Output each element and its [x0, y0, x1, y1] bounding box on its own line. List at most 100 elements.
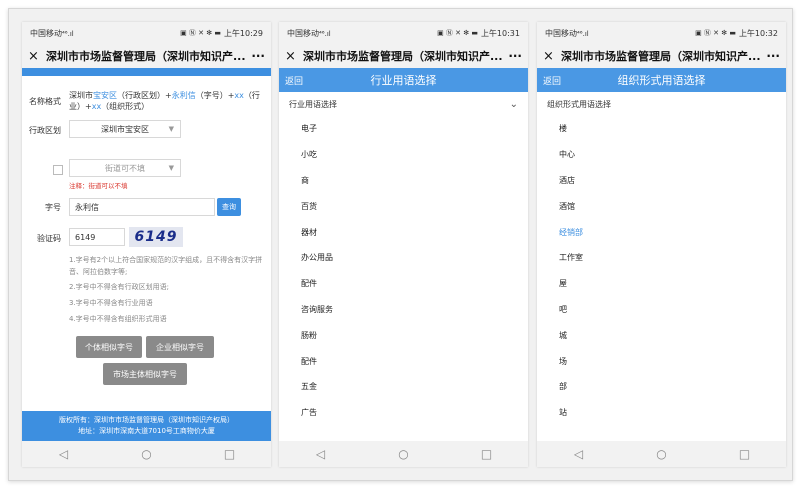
list-item[interactable]: 广告	[279, 400, 528, 426]
phone-industry-select: 中国移动⁴⁶.ıl ▣ Ⓝ ✕ ✻ ▬ 上午10:31 × 深圳市市场监督管理局（…	[279, 22, 528, 467]
app-title: 深圳市市场监督管理局（深圳市知识产...	[561, 50, 761, 63]
page-title: 行业用语选择	[370, 74, 437, 87]
org-form-list: 楼中心 酒店 酒馆 经销部 工作室屋吧城场部站	[537, 116, 786, 426]
list-item[interactable]: 配件	[279, 271, 528, 297]
list-item[interactable]: 工作室	[537, 245, 786, 271]
system-navbar: ◁ ○ □	[537, 441, 786, 467]
phone-org-form-select: 中国移动⁴⁶.ıl ▣ Ⓝ ✕ ✻ ▬ 上午10:32 × 深圳市市场监督管理局（…	[537, 22, 786, 467]
more-icon[interactable]: ···	[764, 49, 780, 63]
list-item[interactable]: 站	[537, 400, 786, 426]
back-triangle-icon[interactable]: ◁	[301, 447, 341, 461]
status-icons: ▣ Ⓝ ✕ ✻ ▬	[695, 29, 736, 37]
signal-icon: ⁴⁶.ıl	[577, 29, 589, 38]
rule-3: 3.字号中不得含有行业用语	[69, 299, 153, 307]
system-navbar: ◁ ○ □	[279, 441, 528, 467]
app-title: 深圳市市场监督管理局（深圳市知识产...	[46, 50, 246, 63]
list-item[interactable]: 城	[537, 322, 786, 348]
list-item[interactable]: 肠粉	[279, 322, 528, 348]
list-header[interactable]: 行业用语选择 ⌄	[279, 92, 528, 116]
page-title: 组织形式用语选择	[617, 74, 706, 87]
name-format-text: 深圳市宝安区（行政区划）+永利信（字号）+xx（行 业）+xx（组织形式）	[69, 91, 260, 111]
list-item[interactable]: 吧	[537, 297, 786, 323]
enterprise-similar-button[interactable]: 企业相似字号	[146, 336, 214, 358]
list-item[interactable]: 百货	[279, 193, 528, 219]
list-header: 组织形式用语选择	[537, 92, 786, 116]
individual-similar-button[interactable]: 个体相似字号	[76, 336, 142, 358]
chevron-down-icon: ▼	[168, 164, 174, 172]
carrier-label: 中国移动	[30, 28, 62, 38]
close-icon[interactable]: ×	[28, 49, 46, 64]
app-titlebar: × 深圳市市场监督管理局（深圳市知识产... ···	[537, 44, 786, 68]
street-note: 注释：街道可以不填	[69, 182, 128, 190]
signal-icon: ⁴⁶.ıl	[62, 29, 74, 38]
district-select[interactable]: 深圳市宝安区 ▼	[69, 120, 181, 138]
list-header-label: 组织形式用语选择	[547, 99, 611, 109]
list-item[interactable]: 部	[537, 374, 786, 400]
captcha-input[interactable]: 6149	[69, 228, 125, 246]
footer-copyright: 版权所有：深圳市市场监督管理局（深圳市知识产权局）	[59, 416, 234, 424]
street-select[interactable]: 街道可不填 ▼	[69, 159, 181, 177]
list-item[interactable]: 经销部	[537, 219, 786, 245]
list-item[interactable]: 场	[537, 348, 786, 374]
chevron-down-icon: ⌄	[509, 98, 518, 110]
footer-address: 地址：深圳市深南大道7010号工商物价大厦	[78, 427, 215, 435]
list-item[interactable]: 器材	[279, 219, 528, 245]
back-triangle-icon[interactable]: ◁	[44, 447, 84, 461]
query-button[interactable]: 查询	[217, 198, 241, 216]
status-bar: 中国移动⁴⁶.ıl ▣ Ⓝ ✕ ✻ ▬ 上午10:31	[279, 22, 528, 44]
chevron-down-icon: ▼	[168, 125, 174, 133]
status-time: 上午10:31	[480, 28, 520, 38]
street-checkbox[interactable]	[53, 165, 63, 175]
captcha-label: 验证码	[37, 234, 61, 243]
list-item[interactable]: 电子	[279, 116, 528, 142]
trade-name-input[interactable]: 永利信	[69, 198, 215, 216]
district-label: 行政区划	[29, 126, 61, 135]
list-item[interactable]: 办公用品	[279, 245, 528, 271]
home-circle-icon[interactable]: ○	[384, 447, 424, 461]
back-triangle-icon[interactable]: ◁	[559, 447, 599, 461]
back-link[interactable]: 返回	[543, 74, 561, 87]
app-title: 深圳市市场监督管理局（深圳市知识产...	[303, 50, 503, 63]
footer: 版权所有：深圳市市场监督管理局（深圳市知识产权局） 地址：深圳市深南大道7010…	[22, 411, 271, 441]
recent-square-icon[interactable]: □	[467, 447, 507, 461]
recent-square-icon[interactable]: □	[210, 447, 250, 461]
back-link[interactable]: 返回	[285, 74, 303, 87]
status-bar: 中国移动⁴⁶.ıl ▣ Ⓝ ✕ ✻ ▬ 上午10:29	[22, 22, 271, 44]
list-item[interactable]: 咨询服务	[279, 297, 528, 323]
list-item[interactable]: 小吃	[279, 142, 528, 168]
list-item[interactable]: 中心	[537, 142, 786, 168]
list-item[interactable]: 屋	[537, 271, 786, 297]
status-bar: 中国移动⁴⁶.ıl ▣ Ⓝ ✕ ✻ ▬ 上午10:32	[537, 22, 786, 44]
list-item[interactable]: 酒馆	[537, 193, 786, 219]
list-item[interactable]: 楼	[537, 116, 786, 142]
close-icon[interactable]: ×	[543, 49, 561, 64]
carrier-label: 中国移动	[545, 28, 577, 38]
signal-icon: ⁴⁶.ıl	[319, 29, 331, 38]
industry-list: 电子 小吃商百货 器材 办公用品 配件 咨询服务 肠粉 配件 五金 广告	[279, 116, 528, 426]
list-item[interactable]: 商	[279, 168, 528, 194]
more-icon[interactable]: ···	[506, 49, 522, 63]
app-titlebar: × 深圳市市场监督管理局（深圳市知识产... ···	[279, 44, 528, 68]
market-entity-similar-button[interactable]: 市场主体相似字号	[103, 363, 187, 385]
recent-square-icon[interactable]: □	[725, 447, 765, 461]
list-header-label: 行业用语选择	[289, 99, 337, 109]
close-icon[interactable]: ×	[285, 49, 303, 64]
captcha-image[interactable]: 6149	[129, 227, 183, 247]
status-icons: ▣ Ⓝ ✕ ✻ ▬	[180, 29, 221, 37]
home-circle-icon[interactable]: ○	[127, 447, 167, 461]
home-circle-icon[interactable]: ○	[642, 447, 682, 461]
trade-name-label: 字号	[45, 203, 61, 212]
list-item[interactable]: 五金	[279, 374, 528, 400]
district-value: 深圳市宝安区	[101, 124, 149, 134]
list-item[interactable]: 配件	[279, 348, 528, 374]
rule-4: 4.字号中不得含有组织形式用语	[69, 315, 167, 323]
page-header: 返回 行业用语选择	[279, 68, 528, 92]
list-item[interactable]: 酒店	[537, 168, 786, 194]
carrier-label: 中国移动	[287, 28, 319, 38]
status-time: 上午10:29	[223, 28, 263, 38]
status-time: 上午10:32	[738, 28, 778, 38]
header-strip	[22, 68, 271, 76]
rule-1: 1.字号有2个以上符合国家规范的汉字组成，且不得含有汉字拼音、阿拉伯数字等;	[69, 256, 263, 276]
street-placeholder: 街道可不填	[105, 163, 145, 173]
more-icon[interactable]: ···	[249, 49, 265, 63]
